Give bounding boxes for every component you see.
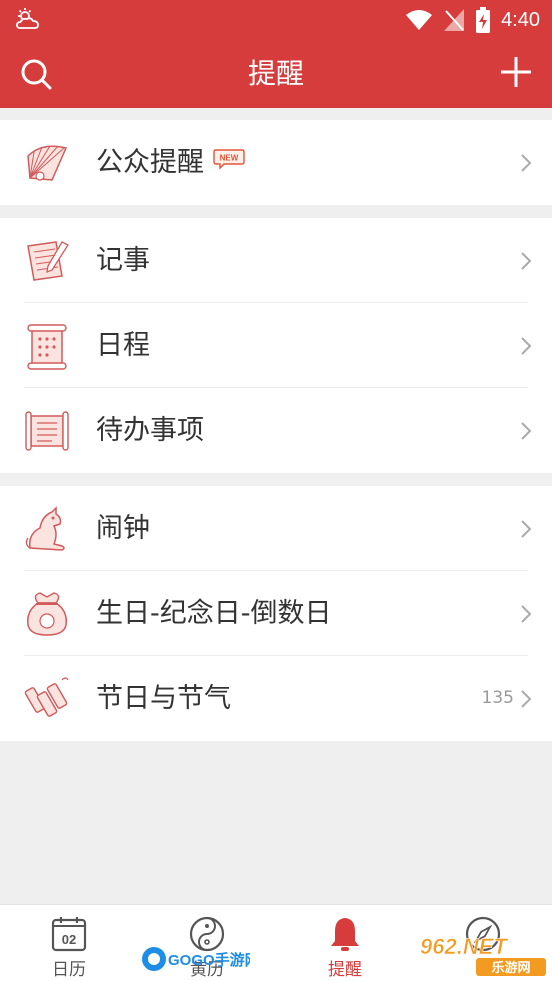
list-item-label: 生日-纪念日-倒数日 (96, 598, 332, 629)
list-item-label: 节日与节气 (96, 683, 231, 714)
chevron-right-icon (521, 520, 532, 538)
notepad-pen-icon (27, 241, 69, 281)
app-bar: 提醒 (0, 40, 552, 108)
chevron-right-icon (521, 252, 532, 270)
firecracker-icon (24, 677, 69, 717)
no-signal-icon (444, 9, 465, 31)
list-item-festivals-solar-terms[interactable]: 节日与节气 135 (0, 656, 552, 741)
add-icon[interactable] (498, 54, 534, 90)
weather-cloudy-icon (16, 8, 39, 29)
new-badge-text: NEW (220, 154, 239, 163)
list-item-notes[interactable]: 记事 (0, 218, 552, 303)
page-title: 提醒 (247, 57, 304, 90)
list-item-schedule[interactable]: 日程 (0, 303, 552, 388)
chevron-right-icon (521, 605, 532, 623)
wifi-icon (406, 10, 433, 30)
list-item-label: 公众提醒 (96, 147, 204, 178)
962-watermark-subtext: 乐游网 (491, 960, 530, 976)
tab-label: 提醒 (328, 960, 362, 980)
bell-icon (331, 918, 359, 951)
962-watermark-logo: 962.NET 乐游网 (420, 934, 546, 976)
folding-fan-icon (27, 145, 68, 181)
calendar-icon: 02 (51, 917, 87, 952)
tab-reminder[interactable]: 提醒 (276, 905, 414, 981)
notes-group: 记事 日程 待办事项 (0, 218, 552, 473)
list-item-alarm[interactable]: 闹钟 (0, 486, 552, 571)
tab-label: 日历 (52, 960, 86, 980)
scroll-calendar-icon (27, 324, 67, 370)
status-time: 4:40 (501, 8, 540, 31)
festival-count: 135 (481, 688, 514, 708)
chevron-right-icon (521, 422, 532, 440)
gogo-watermark-logo: GOGO手游网 (142, 947, 250, 971)
calendar-day-number: 02 (62, 932, 76, 947)
list-item-label: 日程 (96, 330, 150, 361)
system-status-area: 4:40 (405, 4, 540, 36)
list-item-birthday-anniversary-countdown[interactable]: 生日-纪念日-倒数日 (0, 571, 552, 656)
tab-calendar[interactable]: 02 日历 (0, 905, 138, 981)
alarm-group: 闹钟 生日-纪念日-倒数日 节日与节气 135 (0, 486, 552, 741)
rat-zodiac-icon (25, 506, 65, 551)
chevron-right-icon (521, 154, 532, 172)
chevron-right-icon (521, 690, 532, 708)
gogo-watermark-text: GOGO手游网 (168, 951, 250, 969)
battery-charging-icon (476, 7, 491, 33)
list-item-label: 待办事项 (96, 415, 204, 446)
list-item-todo[interactable]: 待办事项 (0, 388, 552, 473)
status-bar: 4:40 (0, 0, 552, 40)
chevron-right-icon (521, 337, 532, 355)
todo-scroll-icon (25, 411, 69, 451)
list-item-label: 记事 (96, 245, 150, 276)
public-reminder-group: 公众提醒 NEW (0, 120, 552, 205)
new-badge: NEW (213, 149, 245, 170)
962-watermark-text: 962.NET (420, 934, 508, 959)
list-item-public-reminder[interactable]: 公众提醒 NEW (0, 120, 552, 205)
lucky-bag-icon (26, 592, 68, 636)
list-item-label: 闹钟 (96, 513, 150, 544)
